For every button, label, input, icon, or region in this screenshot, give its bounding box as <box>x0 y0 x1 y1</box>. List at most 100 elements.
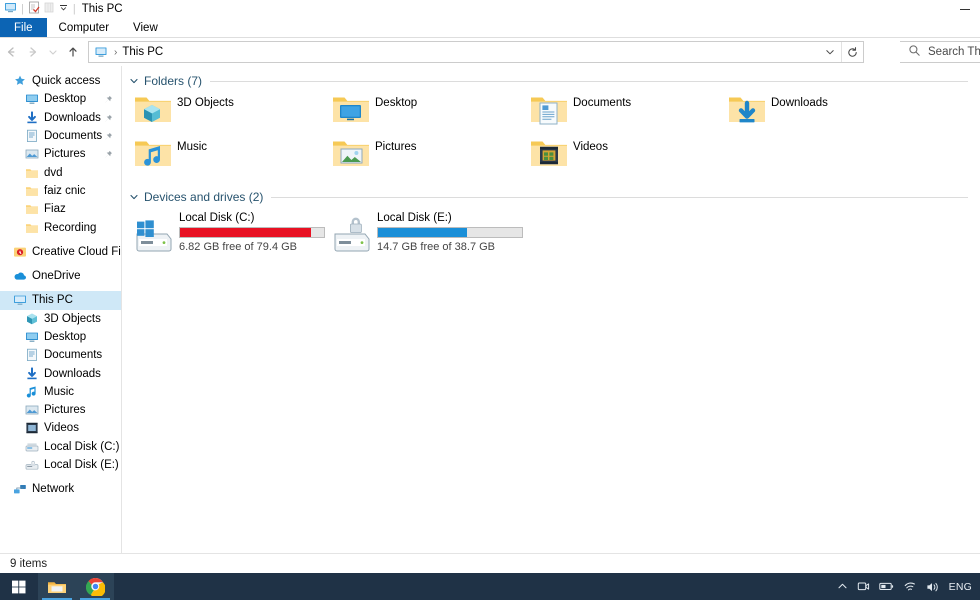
back-button[interactable] <box>0 40 22 64</box>
sidebar-item-network[interactable]: Network <box>0 480 121 498</box>
folder-tile[interactable]: Documents <box>529 90 727 134</box>
sidebar-item-label: Desktop <box>44 93 87 106</box>
language-indicator[interactable]: ENG <box>949 581 972 593</box>
tab-computer[interactable]: Computer <box>47 18 122 37</box>
sidebar-item-label: Downloads <box>44 367 101 380</box>
onedrive-icon <box>12 269 27 284</box>
title-bar: | | This PC <box>0 0 980 18</box>
sidebar-item-desktop[interactable]: Desktop <box>0 328 121 346</box>
folder-icon <box>24 220 39 235</box>
sidebar-item-pictures[interactable]: Pictures <box>0 145 121 163</box>
monitor-icon[interactable] <box>4 1 17 17</box>
start-button[interactable] <box>0 573 38 600</box>
folder-tile-label: Downloads <box>771 97 828 109</box>
folders-section-header[interactable]: Folders (7) <box>123 72 980 90</box>
sidebar-item-music[interactable]: Music <box>0 383 121 401</box>
drive-capacity-bar <box>377 227 523 238</box>
breadcrumb[interactable]: This PC <box>122 46 163 58</box>
sidebar-item-faiz-cnic[interactable]: faiz cnic <box>0 182 121 200</box>
sidebar-item-downloads[interactable]: Downloads <box>0 364 121 382</box>
folder-tile[interactable]: Music <box>133 134 331 178</box>
ribbon-tab-bar: File Computer View <box>0 18 980 38</box>
chevron-down-icon[interactable] <box>819 47 841 57</box>
drives-section-header[interactable]: Devices and drives (2) <box>123 188 980 206</box>
up-button[interactable] <box>62 40 84 64</box>
sidebar-item-onedrive[interactable]: OneDrive <box>0 267 121 285</box>
search-input[interactable]: Search This <box>900 41 980 63</box>
properties-icon[interactable] <box>28 1 40 17</box>
sidebar-item-desktop[interactable]: Desktop <box>0 90 121 108</box>
google-chrome-taskbar-icon[interactable] <box>76 573 114 600</box>
status-bar: 9 items <box>0 553 980 573</box>
monitor-icon <box>12 293 27 308</box>
new-folder-icon[interactable] <box>43 1 55 17</box>
sidebar-item-creative-cloud-files[interactable]: Creative Cloud Files <box>0 243 121 261</box>
quick-access-toolbar: | | <box>4 1 77 17</box>
address-bar[interactable]: › This PC <box>88 41 864 63</box>
pin-icon[interactable] <box>104 150 113 162</box>
folder-tile[interactable]: Desktop <box>331 90 529 134</box>
meet-now-icon[interactable] <box>857 580 870 593</box>
section-divider <box>271 196 968 198</box>
refresh-icon[interactable] <box>841 42 863 62</box>
folders-section-title: Folders (7) <box>144 74 203 88</box>
pin-icon[interactable] <box>104 95 113 107</box>
system-tray: ENG <box>837 580 980 593</box>
drive-info: Local Disk (E:) 14.7 GB free of 38.7 GB <box>377 208 523 253</box>
folder-pictures-icon <box>331 136 371 176</box>
sidebar-item-quick-access[interactable]: Quick access <box>0 72 121 90</box>
forward-button[interactable] <box>22 40 44 64</box>
drive-tile[interactable]: Local Disk (C:) 6.82 GB free of 79.4 GB <box>133 208 331 254</box>
sidebar-item-documents[interactable]: Documents <box>0 346 121 364</box>
address-bar-actions <box>819 42 863 62</box>
sidebar-item-fiaz[interactable]: Fiaz <box>0 200 121 218</box>
sidebar-item-videos[interactable]: Videos <box>0 419 121 437</box>
sidebar-item-label: Music <box>44 385 75 398</box>
drive-windows-icon <box>133 214 175 256</box>
pin-icon[interactable] <box>104 132 113 144</box>
sidebar-item-downloads[interactable]: Downloads <box>0 109 121 127</box>
tab-view[interactable]: View <box>121 18 170 37</box>
sidebar-item-local-disk-c[interactable]: Local Disk (C:) <box>0 438 121 456</box>
folder-tile[interactable]: Downloads <box>727 90 925 134</box>
sidebar-item-label: Local Disk (C:) <box>44 440 120 453</box>
sidebar-item-label: Downloads <box>44 111 101 124</box>
sidebar-item-label: Documents <box>44 349 103 362</box>
folder-tile[interactable]: 3D Objects <box>133 90 331 134</box>
sidebar-item-3d-objects[interactable]: 3D Objects <box>0 310 121 328</box>
music-icon <box>24 384 39 399</box>
minimize-button[interactable] <box>950 0 980 18</box>
folder-tile[interactable]: Videos <box>529 134 727 178</box>
volume-icon[interactable] <box>926 581 940 593</box>
tab-file[interactable]: File <box>0 18 47 37</box>
sidebar-item-label: 3D Objects <box>44 312 101 325</box>
sidebar-item-label: Videos <box>44 422 79 435</box>
battery-icon[interactable] <box>878 581 894 592</box>
sidebar-item-this-pc[interactable]: This PC <box>0 291 121 310</box>
file-explorer-taskbar-icon[interactable] <box>38 573 76 600</box>
folder-videos-icon <box>529 136 569 176</box>
chevron-down-icon[interactable] <box>129 76 139 86</box>
customize-chevron-icon[interactable] <box>58 1 69 17</box>
videos-icon <box>24 421 39 436</box>
chevron-down-icon[interactable] <box>129 192 139 202</box>
creative-cloud-icon <box>12 244 27 259</box>
folder-tile[interactable]: Pictures <box>331 134 529 178</box>
folder-desktop-icon <box>331 92 371 132</box>
pin-icon[interactable] <box>104 114 113 126</box>
recent-locations-button[interactable] <box>44 40 62 64</box>
sidebar-item-documents[interactable]: Documents <box>0 127 121 145</box>
breadcrumb-monitor-icon <box>94 45 108 59</box>
wifi-icon[interactable] <box>903 581 917 593</box>
sidebar-item-dvd[interactable]: dvd <box>0 163 121 181</box>
sidebar-item-pictures[interactable]: Pictures <box>0 401 121 419</box>
drive-tile[interactable]: Local Disk (E:) 14.7 GB free of 38.7 GB <box>331 208 529 254</box>
item-count-label: 9 items <box>10 557 48 570</box>
show-hidden-icons-chevron-icon[interactable] <box>837 581 848 592</box>
sidebar-item-local-disk-e[interactable]: Local Disk (E:) <box>0 456 121 474</box>
sidebar-item-label: This PC <box>32 294 73 307</box>
sidebar-item-recording[interactable]: Recording <box>0 218 121 236</box>
drive-locked-icon <box>331 214 373 256</box>
folder-tile-label: Documents <box>573 97 632 109</box>
qat-separator-2: | <box>72 3 76 15</box>
